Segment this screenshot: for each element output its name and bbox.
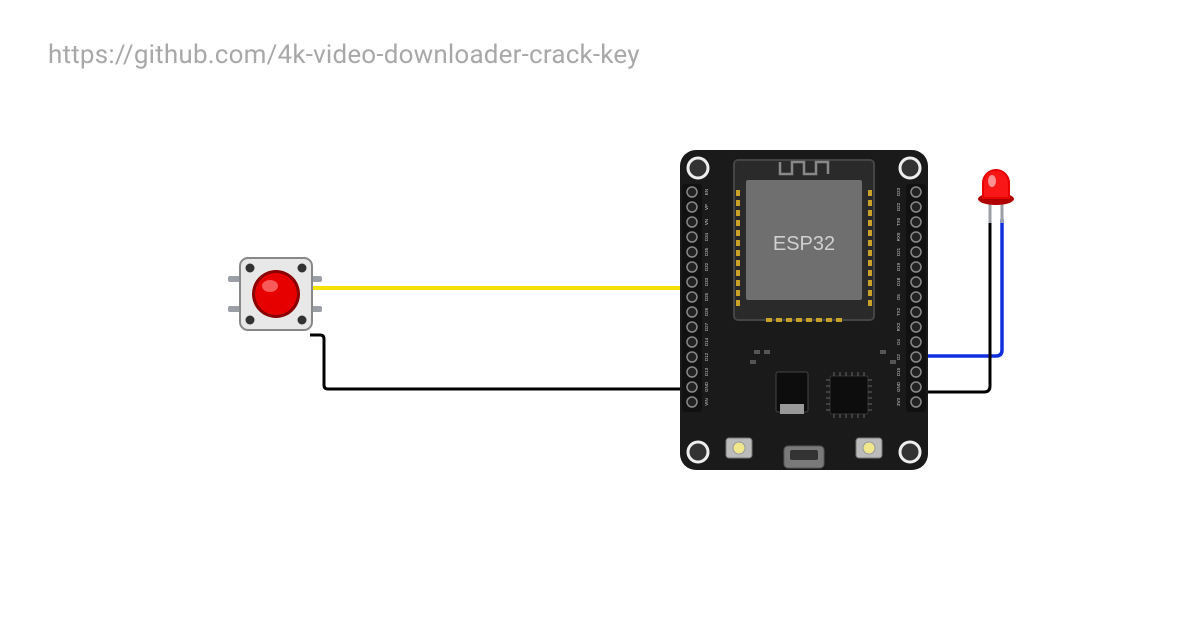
- svg-text:VIN: VIN: [704, 398, 709, 406]
- svg-text:D26: D26: [704, 307, 709, 316]
- svg-text:D32: D32: [704, 262, 709, 271]
- svg-text:D25: D25: [704, 292, 709, 301]
- svg-text:GND: GND: [704, 381, 709, 392]
- svg-text:D27: D27: [704, 322, 709, 331]
- en-button: [726, 438, 752, 458]
- svg-text:D19: D19: [896, 262, 901, 271]
- svg-text:GND: GND: [896, 381, 901, 392]
- svg-text:D34: D34: [704, 232, 709, 241]
- boot-button: [856, 438, 882, 458]
- red-led: [978, 169, 1014, 223]
- svg-text:D15: D15: [896, 367, 901, 376]
- svg-text:D5: D5: [896, 294, 901, 300]
- svg-text:3V3: 3V3: [896, 398, 901, 407]
- svg-text:D21: D21: [896, 247, 901, 256]
- svg-text:RX2: RX2: [896, 322, 901, 331]
- wiring-diagram: ESP32: [0, 0, 1200, 630]
- svg-text:VP: VP: [704, 204, 709, 210]
- push-button: [228, 258, 322, 330]
- svg-text:D4: D4: [896, 339, 901, 345]
- svg-text:RX0: RX0: [896, 232, 901, 241]
- svg-text:TX0: TX0: [896, 217, 901, 226]
- svg-text:TX2: TX2: [896, 307, 901, 316]
- black-wire-button: [310, 335, 724, 389]
- svg-text:D33: D33: [704, 277, 709, 286]
- chip-label: ESP32: [773, 233, 835, 255]
- svg-text:EN: EN: [704, 189, 709, 195]
- svg-text:D14: D14: [704, 337, 709, 346]
- black-wire-led: [918, 219, 990, 392]
- esp32-board: ESP32: [680, 150, 928, 470]
- svg-text:D18: D18: [896, 277, 901, 286]
- svg-text:VN: VN: [704, 219, 709, 225]
- svg-text:D2: D2: [896, 354, 901, 360]
- svg-text:D13: D13: [704, 367, 709, 376]
- svg-text:D22: D22: [896, 202, 901, 211]
- svg-text:D35: D35: [704, 247, 709, 256]
- svg-text:D12: D12: [704, 352, 709, 361]
- svg-text:D23: D23: [896, 187, 901, 196]
